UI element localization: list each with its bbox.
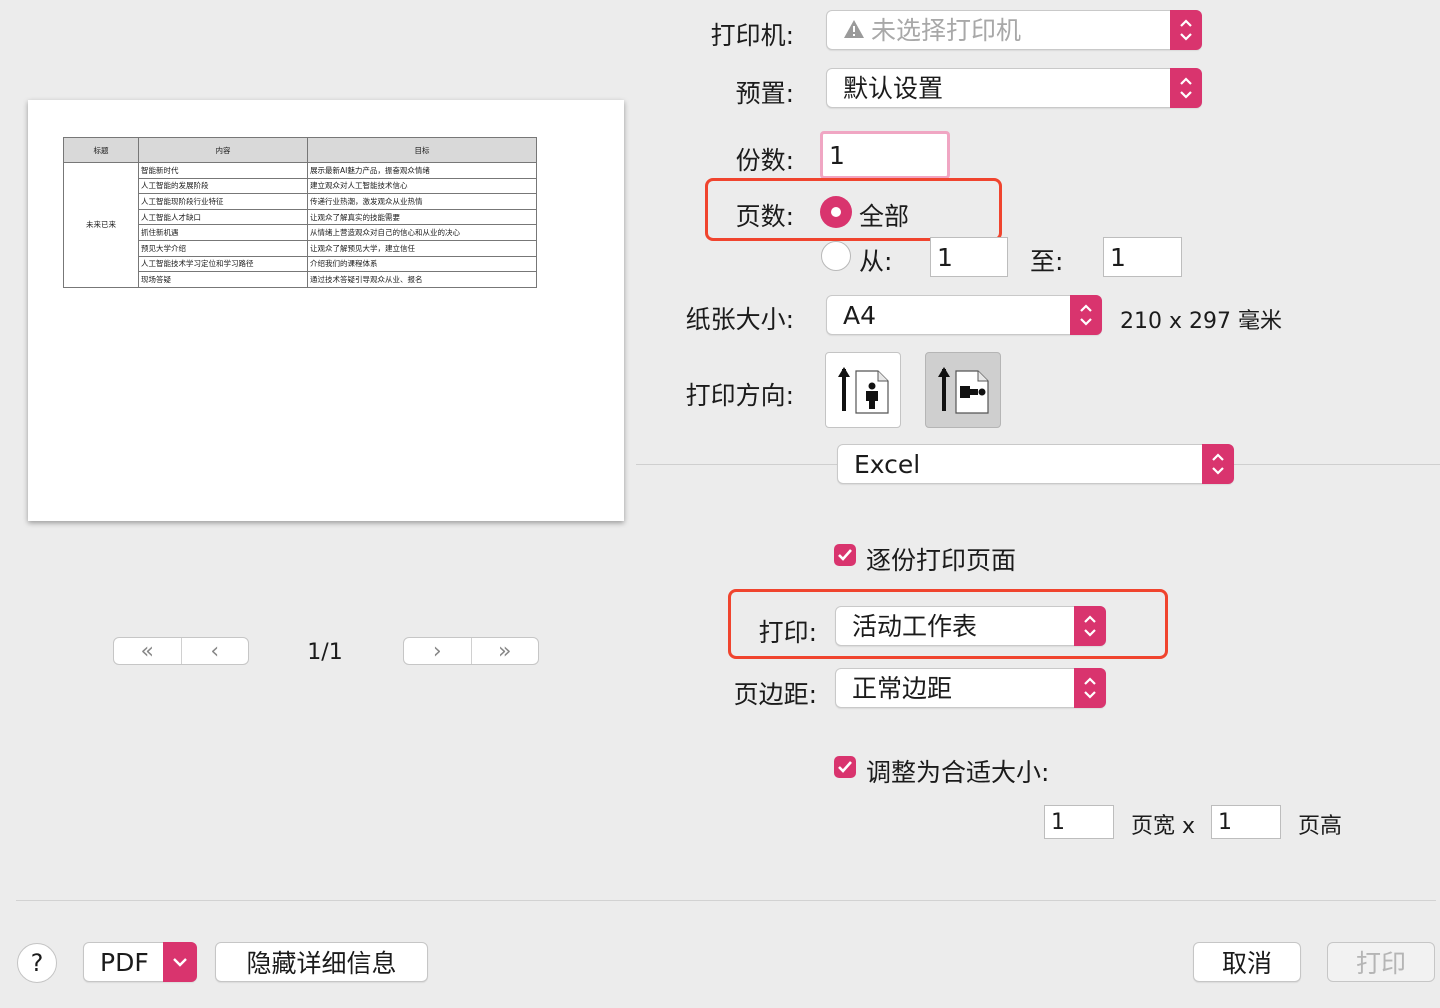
cancel-button[interactable]: 取消 — [1193, 942, 1301, 982]
updown-arrows-icon — [1070, 295, 1102, 335]
fit-width-field[interactable]: 1 — [1044, 805, 1114, 839]
preview-table: 标题 内容 目标 未来已来 智能新时代 展示最新AI魅力产品，振奋观众情绪 人工智能的… — [63, 137, 537, 288]
preview-header: 内容 — [138, 137, 308, 163]
printer-value: 未选择打印机 — [871, 15, 1022, 45]
fit-height-value: 1 — [1218, 809, 1232, 835]
pager-forward: › » — [403, 637, 539, 665]
last-page-button[interactable]: » — [470, 638, 539, 664]
preset-label: 预置: — [735, 79, 794, 108]
paper-dimensions: 210 x 297 毫米 — [1120, 309, 1282, 334]
fit-checkbox[interactable] — [834, 756, 856, 778]
updown-arrows-icon — [1170, 68, 1202, 108]
preview-cell: 传递行业热潮，激发观众从业热情 — [307, 193, 537, 210]
highlight-box-print — [728, 589, 1168, 659]
pager-back: « ‹ — [113, 637, 249, 665]
fit-label: 调整为合适大小: — [866, 758, 1050, 787]
preview-merged-title-cell: 未来已来 — [63, 162, 139, 288]
preview-cell: 现场答疑 — [138, 271, 308, 288]
pages-to-value: 1 — [1110, 242, 1126, 272]
preview-cell: 展示最新AI魅力产品，振奋观众情绪 — [307, 162, 537, 179]
highlight-box-pages — [705, 178, 1002, 241]
warning-icon — [843, 18, 865, 43]
preview-cell: 介绍我们的课程体系 — [307, 255, 537, 273]
hide-details-button[interactable]: 隐藏详细信息 — [215, 942, 428, 982]
preview-cell: 人工智能技术学习定位和学习路径 — [138, 255, 308, 273]
preview-cell: 从情绪上营造观众对自己的信心和从业的决心 — [307, 224, 537, 241]
preview-row: 未来已来 智能新时代 展示最新AI魅力产品，振奋观众情绪 — [63, 162, 537, 288]
printer-popup[interactable]: 未选择打印机 — [826, 10, 1202, 50]
preview-cell: 人工智能的发展阶段 — [138, 177, 308, 195]
collate-label: 逐份打印页面 — [866, 546, 1017, 575]
fit-height-field[interactable]: 1 — [1211, 805, 1281, 839]
chevron-down-icon — [163, 942, 197, 982]
prev-page-button[interactable]: ‹ — [180, 638, 249, 664]
fit-height-label: 页高 — [1298, 814, 1343, 839]
copies-value: 1 — [829, 140, 845, 170]
checkmark-icon — [838, 761, 852, 773]
paper-size-value: A4 — [843, 300, 877, 330]
pages-to-label: 至: — [1030, 247, 1064, 276]
preset-popup[interactable]: 默认设置 — [826, 68, 1202, 108]
margins-label: 页边距: — [733, 680, 817, 709]
fit-width-value: 1 — [1051, 809, 1065, 835]
first-page-button[interactable]: « — [114, 638, 181, 664]
hide-details-label: 隐藏详细信息 — [246, 949, 397, 978]
printer-label: 打印机: — [710, 21, 794, 50]
orientation-label: 打印方向: — [685, 381, 794, 410]
pages-range-radio[interactable] — [821, 241, 851, 271]
preview-header: 标题 — [63, 137, 139, 163]
pages-from-value: 1 — [937, 242, 953, 272]
preview-table-body: 未来已来 智能新时代 展示最新AI魅力产品，振奋观众情绪 人工智能的发展阶段 建立观众对… — [63, 162, 537, 288]
pages-from-field[interactable]: 1 — [930, 237, 1008, 277]
landscape-button[interactable] — [925, 352, 1001, 428]
preview-cell: 让观众了解预见大学，建立信任 — [307, 239, 537, 257]
preview-cell: 让观众了解真实的技能需要 — [307, 208, 537, 226]
landscape-icon — [938, 367, 989, 414]
updown-arrows-icon — [1170, 10, 1202, 50]
preview-cell: 建立观众对人工智能技术信心 — [307, 177, 537, 195]
portrait-button[interactable] — [825, 352, 901, 428]
next-page-button[interactable]: › — [404, 638, 471, 664]
preview-cell: 人工智能现阶段行业特征 — [138, 193, 308, 210]
cancel-label: 取消 — [1221, 949, 1272, 978]
margins-popup[interactable]: 正常边距 — [835, 668, 1106, 708]
fit-width-label: 页宽 x — [1131, 814, 1196, 839]
preview-cell: 人工智能人才缺口 — [138, 208, 308, 226]
help-button[interactable]: ? — [17, 943, 57, 983]
preview-cell: 抓住新机遇 — [138, 224, 308, 241]
page-indicator: 1/1 — [307, 640, 343, 665]
pdf-label: PDF — [100, 947, 149, 977]
paper-size-popup[interactable]: A4 — [826, 295, 1102, 335]
checkmark-icon — [838, 549, 852, 561]
preview-cell: 智能新时代 — [138, 162, 308, 179]
margins-value: 正常边距 — [852, 673, 953, 703]
footer-divider — [16, 900, 1436, 901]
copies-label: 份数: — [735, 146, 794, 175]
print-button[interactable]: 打印 — [1327, 942, 1435, 982]
updown-arrows-icon — [1202, 444, 1234, 484]
copies-field[interactable]: 1 — [820, 131, 950, 179]
print-label: 打印 — [1355, 949, 1406, 978]
page-preview: 标题 内容 目标 未来已来 智能新时代 展示最新AI魅力产品，振奋观众情绪 人工智能的… — [28, 100, 624, 521]
pages-to-field[interactable]: 1 — [1103, 237, 1182, 277]
preview-header: 目标 — [307, 137, 537, 163]
portrait-icon — [838, 367, 889, 414]
help-icon: ? — [30, 949, 44, 977]
collate-checkbox[interactable] — [834, 544, 856, 566]
preview-cell: 通过技术答疑引导观众从业、报名 — [307, 271, 537, 288]
app-section-value: Excel — [854, 449, 921, 479]
preview-cell: 预见大学介绍 — [138, 239, 308, 257]
updown-arrows-icon — [1074, 668, 1106, 708]
paper-label: 纸张大小: — [685, 305, 794, 334]
app-section-popup[interactable]: Excel — [837, 444, 1234, 484]
pages-from-label: 从: — [859, 247, 893, 276]
preset-value: 默认设置 — [843, 73, 944, 103]
pdf-menu-button[interactable]: PDF — [83, 942, 197, 982]
